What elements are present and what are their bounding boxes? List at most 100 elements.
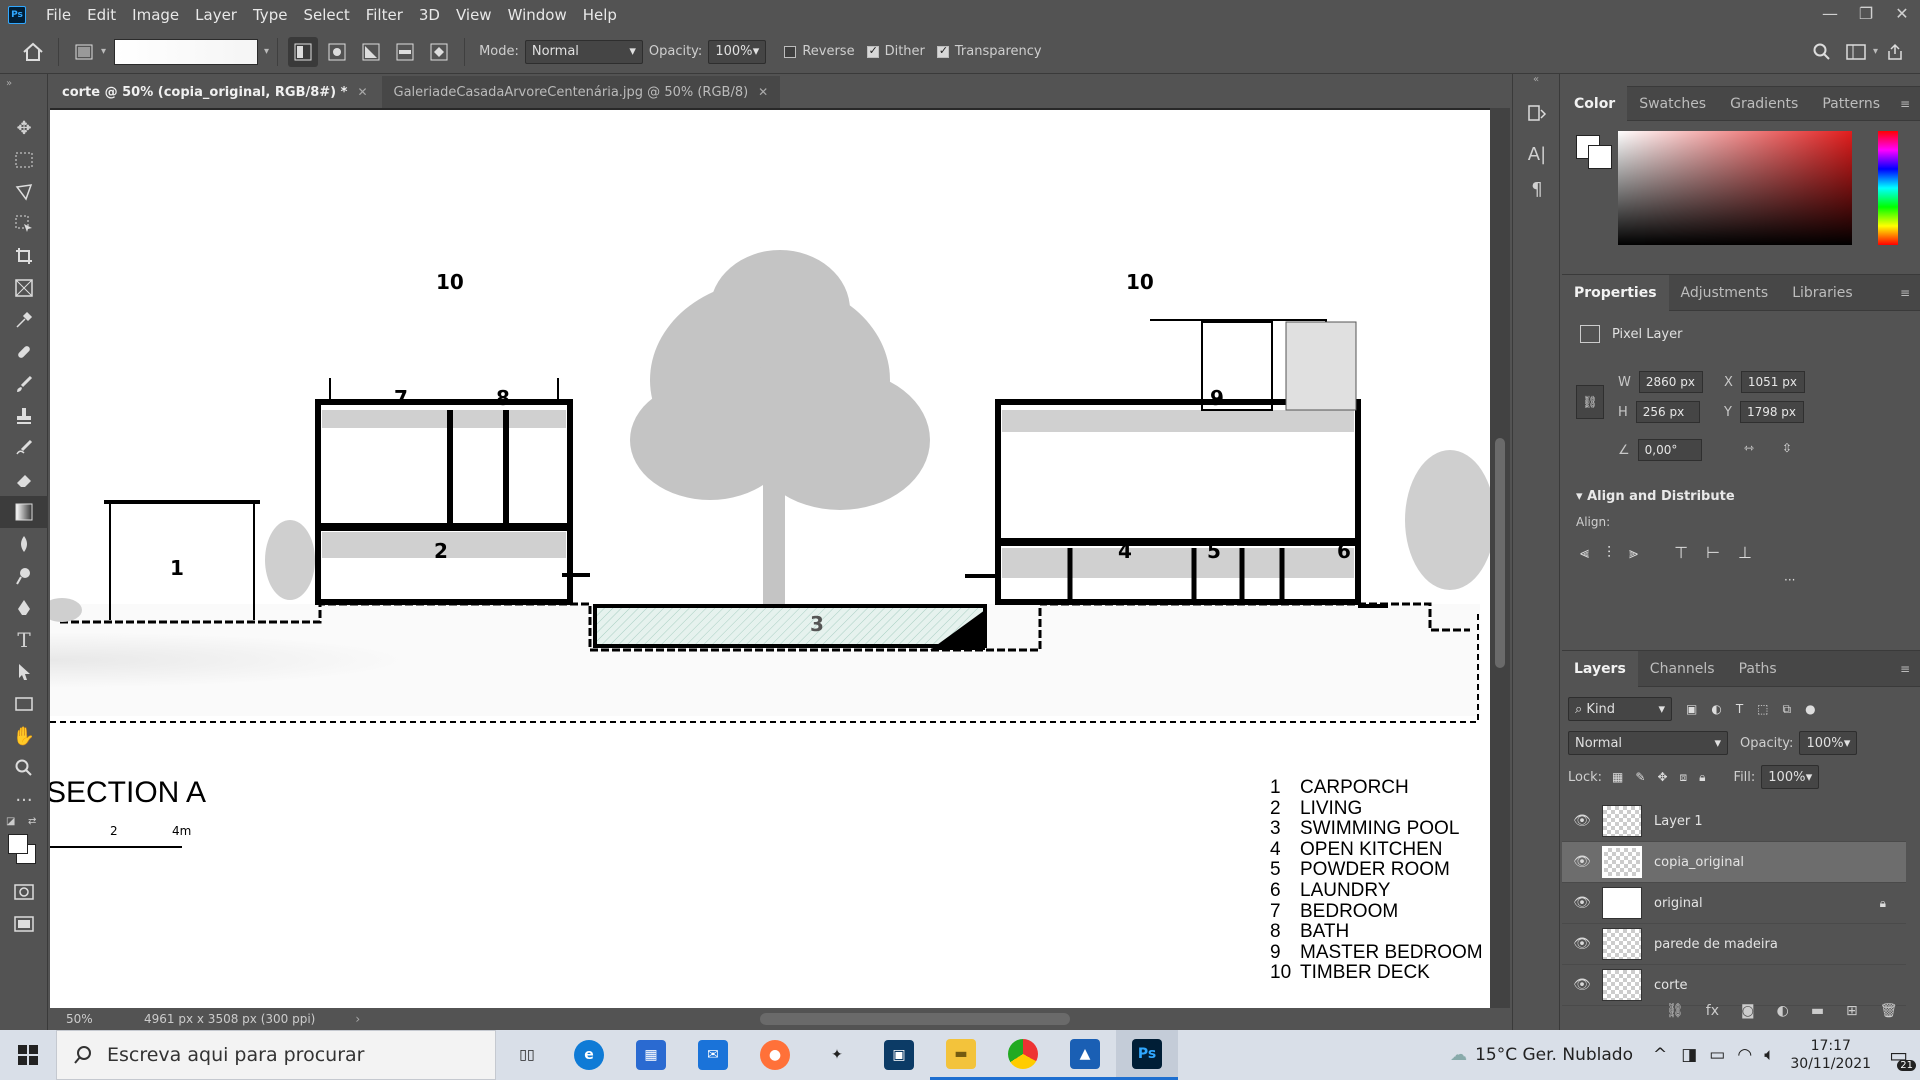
pen-tool-icon[interactable]: [0, 592, 48, 624]
clock[interactable]: 17:17 30/11/2021: [1790, 1037, 1871, 1073]
battery-icon[interactable]: ▭: [1709, 1045, 1725, 1065]
marquee-tool-icon[interactable]: [0, 144, 48, 176]
width-field[interactable]: W 2860 px: [1618, 371, 1703, 393]
lock-transparent-icon[interactable]: ▦: [1612, 770, 1623, 784]
add-mask-icon[interactable]: ◙: [1741, 1003, 1755, 1019]
scrollbar-thumb[interactable]: [1495, 438, 1505, 668]
new-group-icon[interactable]: ▬: [1811, 1003, 1824, 1019]
file-explorer-icon[interactable]: ▬: [930, 1030, 992, 1080]
filter-pixel-icon[interactable]: ▣: [1686, 702, 1697, 716]
mode-select[interactable]: Normal ▾: [524, 39, 643, 64]
task-view-icon[interactable]: ▯▯: [496, 1030, 558, 1080]
tab-patterns[interactable]: Patterns: [1810, 86, 1892, 122]
blur-tool-icon[interactable]: [0, 528, 48, 560]
layer-opacity-input[interactable]: 100% ▾: [1799, 731, 1858, 755]
tab-gradients[interactable]: Gradients: [1718, 86, 1810, 122]
gradient-tool-preset-icon[interactable]: [69, 37, 99, 67]
menu-edit[interactable]: Edit: [79, 0, 124, 30]
paragraph-panel-icon[interactable]: ¶: [1513, 174, 1561, 204]
move-tool-icon[interactable]: ✥: [0, 112, 48, 144]
panel-menu-icon[interactable]: ≡: [1900, 97, 1910, 111]
layer-row[interactable]: 👁︎ corte: [1562, 965, 1906, 1006]
close-icon[interactable]: ✕: [357, 85, 367, 99]
swap-colors-icon[interactable]: ⇄: [28, 816, 36, 827]
lock-all-icon[interactable]: 🔒︎: [1699, 770, 1705, 785]
flip-vertical-icon[interactable]: ⇳: [1782, 441, 1792, 455]
mail-icon[interactable]: ✉: [682, 1030, 744, 1080]
radial-gradient-button[interactable]: [322, 37, 352, 67]
frame-tool-icon[interactable]: [0, 272, 48, 304]
firefox-icon[interactable]: ●: [744, 1030, 806, 1080]
link-dimensions-icon[interactable]: ⛓: [1576, 385, 1604, 419]
tab-color[interactable]: Color: [1562, 85, 1628, 122]
angle-input[interactable]: 0,00°: [1637, 439, 1702, 461]
x-input[interactable]: 1051 px: [1740, 371, 1805, 393]
reflected-gradient-button[interactable]: [390, 37, 420, 67]
y-field[interactable]: Y 1798 px: [1724, 401, 1804, 423]
height-input[interactable]: 256 px: [1635, 401, 1700, 423]
layer-row[interactable]: 👁︎ parede de madeira: [1562, 924, 1906, 965]
zoom-tool-icon[interactable]: [0, 752, 48, 784]
document-info[interactable]: 4961 px x 3508 px (300 ppi): [144, 1012, 315, 1026]
wifi-icon[interactable]: ◠: [1737, 1045, 1752, 1065]
visibility-eye-icon[interactable]: 👁︎: [1562, 854, 1602, 870]
adjustment-layer-icon[interactable]: ◐: [1777, 1003, 1789, 1019]
panel-menu-icon[interactable]: ≡: [1900, 662, 1910, 676]
photoshop-taskbar-icon[interactable]: Ps: [1116, 1030, 1178, 1080]
vertical-scrollbar[interactable]: [1490, 108, 1510, 1010]
crop-tool-icon[interactable]: [0, 240, 48, 272]
tab-swatches[interactable]: Swatches: [1627, 86, 1718, 122]
hand-tool-icon[interactable]: ✋: [0, 720, 48, 752]
menu-filter[interactable]: Filter: [358, 0, 411, 30]
workspace-icon[interactable]: [1841, 37, 1871, 67]
share-icon[interactable]: [1880, 37, 1910, 67]
tab-paths[interactable]: Paths: [1727, 651, 1789, 687]
chevron-up-icon[interactable]: ^: [1653, 1045, 1667, 1065]
path-selection-tool-icon[interactable]: [0, 656, 48, 688]
angle-field[interactable]: ∠ 0,00°: [1618, 439, 1702, 461]
align-middle-icon[interactable]: ⊢: [1706, 543, 1720, 563]
default-colors-icon[interactable]: ◪: [6, 816, 15, 827]
notifications-icon[interactable]: ▭ 21: [1889, 1043, 1916, 1071]
tab-corte[interactable]: corte @ 50% (copia_original, RGB/8#) * ✕: [50, 76, 380, 108]
opacity-input[interactable]: 100% ▾: [708, 39, 767, 64]
foreground-color-swatch[interactable]: [8, 834, 28, 854]
more-tools-icon[interactable]: ···: [0, 784, 48, 816]
tab-channels[interactable]: Channels: [1638, 651, 1727, 687]
tab-galeria[interactable]: GaleriadeCasadaArvoreCentenária.jpg @ 50…: [381, 76, 781, 108]
hue-slider[interactable]: [1878, 131, 1898, 245]
taskbar-search[interactable]: Escreva aqui para procurar: [56, 1030, 496, 1080]
trash-icon[interactable]: 🗑︎: [1880, 1003, 1898, 1019]
filter-smart-object-icon[interactable]: ⧉: [1783, 702, 1792, 717]
width-input[interactable]: 2860 px: [1638, 371, 1703, 393]
height-field[interactable]: H 256 px: [1618, 401, 1700, 423]
store-icon[interactable]: ▦: [620, 1030, 682, 1080]
network-icon[interactable]: ◨: [1681, 1045, 1697, 1065]
x-field[interactable]: X 1051 px: [1724, 371, 1805, 393]
lock-position-icon[interactable]: ✥: [1657, 770, 1667, 784]
align-top-icon[interactable]: ⊤: [1674, 543, 1688, 563]
eraser-tool-icon[interactable]: [0, 464, 48, 496]
collapse-icon[interactable]: »: [0, 74, 47, 112]
menu-image[interactable]: Image: [124, 0, 187, 30]
close-icon[interactable]: ✕: [758, 85, 768, 99]
fill-input[interactable]: 100% ▾: [1761, 765, 1820, 789]
menu-window[interactable]: Window: [500, 0, 575, 30]
chrome-icon[interactable]: [992, 1030, 1054, 1080]
layer-row[interactable]: 👁︎ copia_original: [1562, 842, 1906, 883]
history-panel-icon[interactable]: [1513, 94, 1561, 134]
character-panel-icon[interactable]: A|: [1513, 134, 1561, 174]
home-icon[interactable]: [18, 37, 48, 67]
align-center-icon[interactable]: ⫶: [1607, 543, 1611, 563]
filter-toggle-icon[interactable]: ●: [1805, 702, 1815, 716]
eyedropper-tool-icon[interactable]: [0, 304, 48, 336]
menu-3d[interactable]: 3D: [411, 0, 448, 30]
visibility-eye-icon[interactable]: 👁︎: [1562, 936, 1602, 952]
new-layer-icon[interactable]: ⊞: [1846, 1003, 1858, 1019]
sketchup-icon[interactable]: ▣: [868, 1030, 930, 1080]
y-input[interactable]: 1798 px: [1739, 401, 1804, 423]
diamond-gradient-button[interactable]: [424, 37, 454, 67]
minimize-button[interactable]: —: [1812, 0, 1848, 30]
brush-tool-icon[interactable]: [0, 368, 48, 400]
visibility-eye-icon[interactable]: 👁︎: [1562, 977, 1602, 993]
